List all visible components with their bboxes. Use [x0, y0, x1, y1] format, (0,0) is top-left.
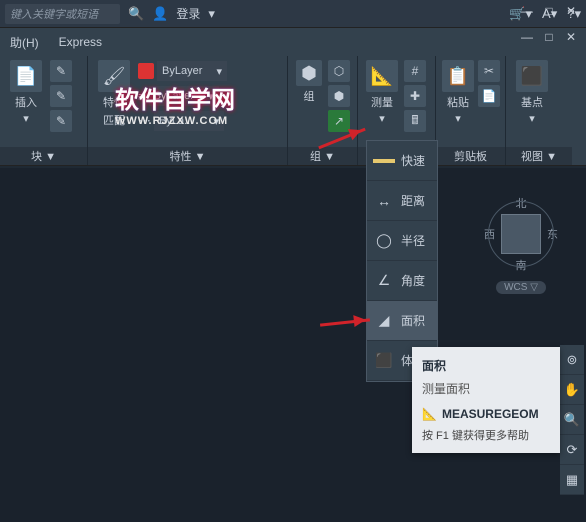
group-label: 组	[304, 88, 315, 104]
tooltip-description: 测量面积	[422, 380, 550, 397]
point-button[interactable]: ✚	[404, 85, 426, 107]
panel-block-label[interactable]: 块 ▼	[0, 147, 87, 165]
watermark-title: 软件自学网	[115, 87, 235, 114]
menu-bar: 助(H) Express	[0, 28, 586, 56]
insert-label: 插入	[15, 94, 37, 110]
tooltip-help: 按 F1 键获得更多帮助	[422, 427, 550, 443]
measure-flyout: 快速 ↔ 距离 ◯ 半径 ∠ 角度 ◢ 面积 ⬛ 体	[366, 140, 438, 382]
user-icon: 👤	[152, 6, 168, 22]
group-icon: ⬢	[296, 60, 322, 86]
search-input[interactable]: 键入关键字或短语	[5, 4, 120, 24]
ribbon: 📄 插入 ▾ ✎ ✎ ✎ 块 ▼ 🖌 特性 匹配 ByLayer▾	[0, 56, 586, 166]
group-select-button[interactable]: ↗	[328, 110, 350, 132]
nav-showmotion-icon[interactable]: ▦	[560, 465, 584, 495]
paste-label: 粘贴	[447, 94, 469, 110]
insert-button[interactable]: 📄 插入 ▾	[6, 60, 46, 147]
panel-view: ⬛ 基点 ▾ 视图 ▼	[506, 56, 572, 165]
nav-orbit-icon[interactable]: ⟳	[560, 435, 584, 465]
panel-clipboard: 📋 粘贴 ▾ ✂ 📄 剪贴板	[436, 56, 506, 165]
measure-distance[interactable]: ↔ 距离	[367, 181, 437, 221]
menu-express[interactable]: Express	[59, 35, 102, 49]
tooltip-command: 📐 MEASUREGEOM	[422, 407, 550, 421]
calc-button[interactable]: 🖩	[404, 110, 426, 132]
angle-icon: ∠	[373, 270, 395, 292]
measure-angle-label: 角度	[401, 272, 425, 289]
basepoint-button[interactable]: ⬛ 基点 ▾	[512, 60, 552, 147]
login-link[interactable]: 登录	[176, 5, 200, 22]
basepoint-label: 基点	[521, 94, 543, 110]
area-icon: ◢	[373, 310, 395, 332]
panel-group: ⬢ 组 ⬡ ⬢ ↗ 组 ▼	[288, 56, 358, 165]
doc-close-button[interactable]: ✕	[562, 30, 580, 44]
watermark-url: WWW.RJZXW.COM	[115, 115, 235, 127]
measure-quick[interactable]: 快速	[367, 141, 437, 181]
color-select-label: ByLayer	[162, 65, 202, 77]
menu-help[interactable]: 助(H)	[10, 34, 39, 51]
doc-window-controls: — □ ✕	[518, 30, 580, 44]
measure-quick-label: 快速	[401, 152, 425, 169]
search-icon[interactable]: 🔍	[128, 6, 144, 22]
close-button[interactable]: ✕	[562, 4, 580, 18]
measure-area-label: 面积	[401, 312, 425, 329]
group-button[interactable]: ⬢ 组	[294, 60, 324, 147]
minimize-button[interactable]: —	[518, 4, 536, 18]
quick-icon	[373, 150, 395, 172]
panel-properties-label[interactable]: 特性 ▼	[88, 147, 287, 165]
nav-wheel-icon[interactable]: ⊚	[560, 345, 584, 375]
measure-distance-label: 距离	[401, 192, 425, 209]
panel-clipboard-label[interactable]: 剪贴板	[436, 147, 505, 165]
measure-label: 测量	[371, 94, 393, 110]
nav-bar: ⊚ ✋ 🔍 ⟳ ▦	[560, 345, 584, 495]
panel-view-label[interactable]: 视图 ▼	[506, 147, 572, 165]
doc-maximize-button[interactable]: □	[540, 30, 558, 44]
measure-angle[interactable]: ∠ 角度	[367, 261, 437, 301]
cut-button[interactable]: ✂	[478, 60, 500, 82]
radius-icon: ◯	[373, 230, 395, 252]
tooltip-command-text: MEASUREGEOM	[442, 407, 539, 421]
paste-dropdown-icon: ▾	[455, 112, 461, 125]
measure-button[interactable]: 📐 测量 ▾	[364, 60, 400, 147]
measure-icon: 📐	[366, 60, 398, 92]
viewcube-cube[interactable]	[501, 214, 541, 254]
panel-group-label[interactable]: 组 ▼	[288, 147, 357, 165]
measure-radius[interactable]: ◯ 半径	[367, 221, 437, 261]
paste-icon: 📋	[442, 60, 474, 92]
basepoint-icon: ⬛	[516, 60, 548, 92]
edit-attr-button[interactable]: ✎	[50, 110, 72, 132]
watermark: 软件自学网 WWW.RJZXW.COM	[115, 80, 235, 127]
nav-pan-icon[interactable]: ✋	[560, 375, 584, 405]
insert-dropdown-icon: ▾	[23, 112, 29, 125]
create-block-button[interactable]: ✎	[50, 60, 72, 82]
basepoint-dropdown-icon: ▾	[529, 112, 535, 125]
edit-block-button[interactable]: ✎	[50, 85, 72, 107]
ungroup-button[interactable]: ⬡	[328, 60, 350, 82]
insert-icon: 📄	[10, 60, 42, 92]
tooltip-title: 面积	[422, 357, 550, 374]
measure-radius-label: 半径	[401, 232, 425, 249]
login-dropdown-icon[interactable]: ▾	[208, 6, 215, 22]
measure-dropdown-icon: ▾	[379, 112, 385, 125]
maximize-button[interactable]: □	[540, 4, 558, 18]
view-cube[interactable]: 北 西 东 南 WCS ▽	[481, 195, 561, 315]
group-edit-button[interactable]: ⬢	[328, 85, 350, 107]
panel-block: 📄 插入 ▾ ✎ ✎ ✎ 块 ▼	[0, 56, 88, 165]
nav-zoom-icon[interactable]: 🔍	[560, 405, 584, 435]
top-bar: 键入关键字或短语 🔍 👤 登录 ▾ 🛒▾ A▾ ?▾	[0, 0, 586, 28]
wcs-badge[interactable]: WCS ▽	[496, 281, 546, 294]
color-swatch-icon	[138, 63, 154, 79]
paste-button[interactable]: 📋 粘贴 ▾	[442, 60, 474, 147]
distance-icon: ↔	[373, 190, 395, 212]
doc-minimize-button[interactable]: —	[518, 30, 536, 44]
copy-button[interactable]: 📄	[478, 85, 500, 107]
count-button[interactable]: #	[404, 60, 426, 82]
measure-area[interactable]: ◢ 面积	[367, 301, 437, 341]
tooltip: 面积 测量面积 📐 MEASUREGEOM 按 F1 键获得更多帮助	[412, 347, 560, 453]
window-controls: — □ ✕	[518, 4, 580, 18]
volume-icon: ⬛	[373, 350, 395, 372]
color-select[interactable]: ByLayer▾	[157, 61, 227, 81]
command-icon: 📐	[422, 407, 437, 421]
